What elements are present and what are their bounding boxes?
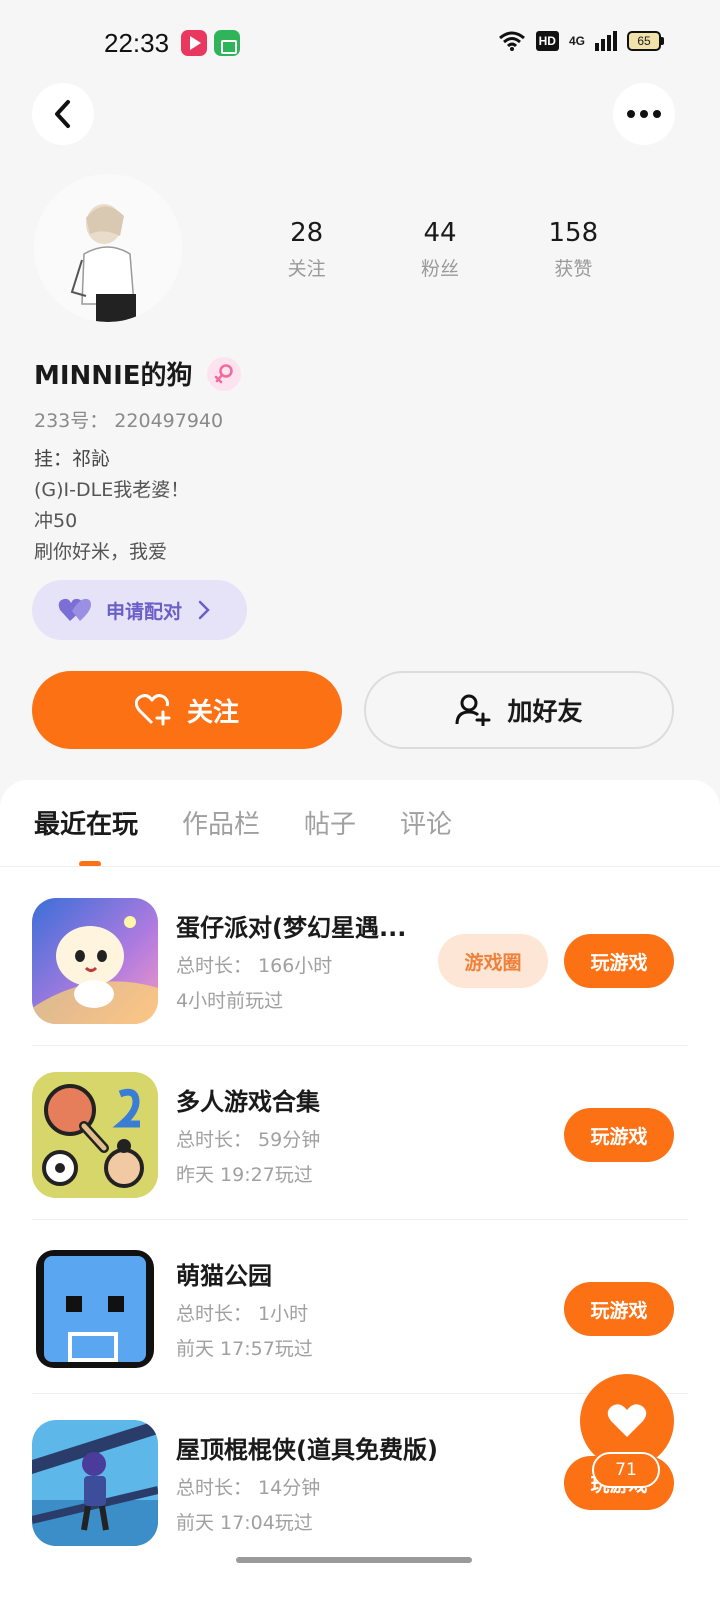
home-indicator[interactable] [236, 1557, 472, 1563]
signal-icon [595, 31, 617, 51]
game-info: 多人游戏合集 总时长： 59分钟 昨天 19:27玩过 [176, 1082, 320, 1187]
follow-label: 关注 [186, 697, 239, 728]
status-bar: 22:33 HD 4G 65 [0, 0, 720, 90]
stat-likes[interactable]: 158 获赞 [507, 218, 640, 281]
game-info: 萌猫公园 总时长： 1小时 前天 17:57玩过 [176, 1256, 313, 1361]
more-dots-icon [627, 110, 661, 118]
store-app-icon [214, 30, 240, 56]
avatar-illustration [34, 174, 182, 322]
game-last-played: 4小时前玩过 [176, 990, 284, 1012]
bio-line: 挂：祁訫 [34, 448, 111, 470]
game-total-time: 总时长： 1小时 [176, 1303, 309, 1325]
like-count-badge: 71 [592, 1452, 660, 1488]
game-title: 屋顶棍棍侠(道具免费版) [176, 1436, 438, 1464]
more-button[interactable] [613, 83, 675, 145]
game-info: 蛋仔派对(梦幻星遇... 总时长： 166小时 4小时前玩过 [176, 908, 406, 1013]
tab-comments[interactable]: 评论 [400, 804, 452, 841]
heart-pair-icon [58, 598, 91, 621]
bio-line: 刷你好米，我爱 [34, 541, 168, 563]
hd-icon: HD [535, 31, 559, 51]
user-id: 233号： 220497940 [34, 410, 224, 432]
apply-pair-button[interactable]: 申请配对 [32, 580, 247, 640]
heart-plus-icon [134, 694, 171, 726]
battery-icon: 65 [627, 31, 664, 51]
game-title: 蛋仔派对(梦幻星遇... [176, 914, 407, 942]
stat-likes-label: 获赞 [554, 258, 593, 280]
play-game-button[interactable]: 玩游戏 [564, 1282, 674, 1336]
heart-icon [607, 1404, 647, 1437]
female-icon [206, 356, 241, 391]
apply-pair-label: 申请配对 [106, 600, 183, 623]
profile-stats: 28 关注 44 粉丝 158 获赞 [240, 218, 640, 281]
status-time: 22:33 [104, 28, 170, 58]
back-button[interactable] [32, 83, 94, 145]
divider [0, 866, 720, 867]
add-friend-label: 加好友 [507, 697, 583, 726]
game-icon-cat-park [32, 1246, 158, 1372]
chevron-left-icon [55, 100, 70, 128]
stat-following[interactable]: 28 关注 [240, 218, 373, 281]
user-plus-icon [455, 694, 491, 726]
game-last-played: 前天 17:04玩过 [176, 1512, 313, 1534]
game-icon-rooftop-stick [32, 1420, 158, 1546]
game-total-time: 总时长： 166小时 [176, 955, 333, 977]
tab-posts[interactable]: 帖子 [304, 804, 356, 841]
play-game-button[interactable]: 玩游戏 [564, 934, 674, 988]
stat-fans-label: 粉丝 [420, 258, 459, 280]
wifi-icon [498, 31, 525, 51]
game-last-played: 前天 17:57玩过 [176, 1338, 313, 1360]
battery-level: 65 [627, 31, 661, 51]
game-icon-eggy-party [32, 898, 158, 1024]
bio-line: (G)I-DLE我老婆！ [34, 479, 190, 501]
game-item[interactable]: 多人游戏合集 总时长： 59分钟 昨天 19:27玩过 玩游戏 [32, 1046, 688, 1220]
play-game-button[interactable]: 玩游戏 [564, 1108, 674, 1162]
game-icon-multiplayer [32, 1072, 158, 1198]
follow-button[interactable]: 关注 [32, 671, 342, 749]
game-title: 萌猫公园 [176, 1262, 272, 1290]
stat-likes-value: 158 [548, 218, 599, 248]
avatar[interactable] [34, 174, 182, 322]
game-item[interactable]: 萌猫公园 总时长： 1小时 前天 17:57玩过 玩游戏 [32, 1220, 688, 1394]
game-total-time: 总时长： 14分钟 [176, 1477, 321, 1499]
bio-line: 冲50 [34, 510, 78, 532]
tab-recently-played[interactable]: 最近在玩 [34, 804, 138, 841]
network-label: 4G [568, 34, 585, 48]
bio: 挂：祁訫 (G)I-DLE我老婆！ 冲50 刷你好米，我爱 [34, 444, 189, 568]
stat-following-value: 28 [290, 218, 324, 248]
game-last-played: 昨天 19:27玩过 [176, 1164, 313, 1186]
stat-fans[interactable]: 44 粉丝 [373, 218, 506, 281]
stat-following-label: 关注 [287, 258, 326, 280]
game-total-time: 总时长： 59分钟 [176, 1129, 321, 1151]
stat-fans-value: 44 [423, 218, 457, 248]
username: MINNIE的狗 [34, 361, 193, 391]
tab-works[interactable]: 作品栏 [182, 804, 260, 841]
chevron-right-icon [198, 600, 210, 620]
tab-bar: 最近在玩 作品栏 帖子 评论 [34, 804, 452, 841]
game-item[interactable]: 蛋仔派对(梦幻星遇... 总时长： 166小时 4小时前玩过 游戏圈 玩游戏 [32, 872, 688, 1046]
username-row: MINNIE的狗 [34, 355, 241, 392]
game-info: 屋顶棍棍侠(道具免费版) 总时长： 14分钟 前天 17:04玩过 [176, 1430, 438, 1535]
video-app-icon [181, 30, 207, 56]
add-friend-button[interactable]: 加好友 [364, 671, 674, 749]
game-title: 多人游戏合集 [176, 1088, 320, 1116]
game-circle-button[interactable]: 游戏圈 [438, 934, 548, 988]
